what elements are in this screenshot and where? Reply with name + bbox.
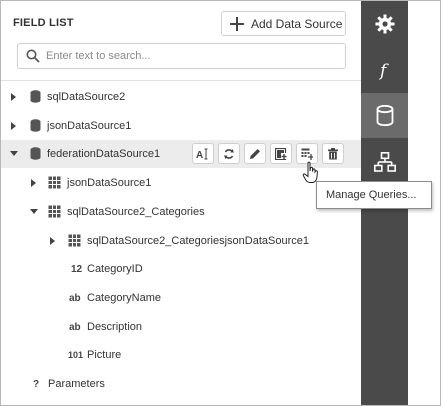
search-box[interactable] bbox=[17, 43, 346, 69]
svg-text:A: A bbox=[196, 150, 203, 160]
edit-button[interactable] bbox=[244, 143, 266, 164]
field-label: CategoryName bbox=[87, 292, 161, 304]
row-actions: A bbox=[192, 143, 344, 164]
tree-item-label: sqlDataSource2 bbox=[47, 91, 126, 103]
add-data-source-button[interactable]: Add Data Source bbox=[221, 11, 346, 36]
remove-button[interactable] bbox=[322, 143, 344, 164]
collapse-arrow-icon[interactable] bbox=[10, 151, 18, 156]
search-input[interactable] bbox=[46, 50, 326, 62]
tree-item-label: jsonDataSource1 bbox=[67, 177, 152, 189]
refresh-icon bbox=[224, 148, 234, 159]
table-icon bbox=[48, 176, 61, 189]
svg-text:f: f bbox=[378, 61, 389, 80]
database-icon bbox=[30, 90, 41, 103]
hierarchy-icon bbox=[373, 151, 396, 172]
field-label: Picture bbox=[87, 349, 122, 361]
add-query-button[interactable] bbox=[270, 143, 292, 164]
header-separator bbox=[1, 80, 361, 81]
tree-item-label: federationDataSource1 bbox=[47, 148, 161, 160]
tree-item-label: sqlDataSource2_CategoriesjsonDataSource1 bbox=[87, 235, 309, 247]
tree-item-parameters[interactable]: ? Parameters bbox=[1, 370, 361, 398]
database-icon bbox=[30, 147, 41, 160]
string-type-icon: ab bbox=[69, 292, 81, 304]
field-categoryname[interactable]: ab CategoryName bbox=[1, 284, 361, 312]
field-label: CategoryID bbox=[87, 263, 143, 275]
tree-item-label: jsonDataSource1 bbox=[47, 120, 132, 132]
database-icon bbox=[376, 105, 393, 126]
collapse-arrow-icon[interactable] bbox=[30, 209, 38, 214]
add-query-icon bbox=[275, 147, 287, 160]
binary-type-icon: 101 bbox=[68, 350, 84, 360]
field-description[interactable]: ab Description bbox=[1, 313, 361, 341]
table-icon bbox=[48, 205, 61, 218]
field-picture[interactable]: 101 Picture bbox=[1, 341, 361, 369]
question-icon: ? bbox=[33, 378, 40, 390]
expand-arrow-icon[interactable] bbox=[11, 122, 16, 130]
plus-icon bbox=[230, 16, 244, 31]
function-icon: f bbox=[378, 61, 389, 80]
manage-queries-tooltip: Manage Queries... bbox=[316, 181, 432, 209]
expressions-tab[interactable]: f bbox=[361, 47, 408, 92]
tree-item-jsondatasource1[interactable]: jsonDataSource1 bbox=[1, 112, 361, 140]
rename-icon: A bbox=[196, 148, 208, 160]
report-explorer-tab[interactable] bbox=[361, 139, 408, 184]
expand-arrow-icon[interactable] bbox=[11, 93, 16, 101]
search-icon bbox=[26, 49, 40, 63]
expand-arrow-icon[interactable] bbox=[31, 179, 36, 187]
manage-queries-icon bbox=[301, 148, 313, 160]
gear-icon bbox=[375, 14, 394, 33]
tree-item-label: sqlDataSource2_Categories bbox=[67, 206, 205, 218]
string-type-icon: ab bbox=[69, 321, 81, 333]
expand-arrow-icon[interactable] bbox=[50, 237, 55, 245]
trash-icon bbox=[328, 147, 338, 159]
tree-item-categories-json-relation[interactable]: sqlDataSource2_CategoriesjsonDataSource1 bbox=[1, 227, 361, 255]
rebuild-schema-button[interactable] bbox=[218, 143, 240, 164]
panel-title: FIELD LIST bbox=[13, 17, 74, 29]
tree-item-label: Parameters bbox=[48, 378, 105, 390]
add-data-source-label: Add Data Source bbox=[251, 16, 343, 31]
field-list-tab[interactable] bbox=[361, 93, 408, 138]
database-icon bbox=[30, 119, 41, 132]
rename-button[interactable]: A bbox=[192, 143, 214, 164]
field-categoryid[interactable]: 12 CategoryID bbox=[1, 255, 361, 283]
pencil-icon bbox=[250, 148, 260, 159]
field-label: Description bbox=[87, 321, 143, 333]
properties-tab[interactable] bbox=[361, 1, 408, 46]
tree-item-sqldatasource2[interactable]: sqlDataSource2 bbox=[1, 83, 361, 111]
table-icon bbox=[68, 234, 81, 247]
tree-item-sqldatasource2-categories[interactable]: sqlDataSource2_Categories bbox=[1, 198, 361, 226]
number-type-icon: 12 bbox=[71, 263, 83, 275]
